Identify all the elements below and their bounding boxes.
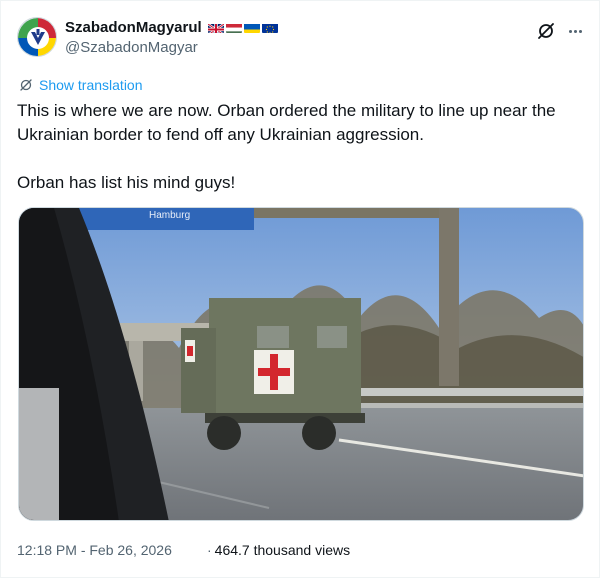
timestamp[interactable]: 12:18 PM - Feb 26, 2026: [17, 542, 172, 558]
tweet-meta: 12:18 PM - Feb 26, 2026 · 464.7 thousand …: [17, 542, 350, 558]
uk-flag-icon: [207, 22, 224, 33]
name-row: SzabadonMagyarul: [65, 19, 278, 36]
avatar[interactable]: [17, 17, 57, 57]
tweet-text: This is where we are now. Orban ordered …: [17, 99, 587, 195]
svg-text:Hamburg: Hamburg: [149, 210, 190, 221]
show-translation-link[interactable]: Show translation: [19, 77, 143, 93]
user-handle[interactable]: @SzabadonMagyar: [65, 39, 198, 56]
eu-flag-icon: [261, 22, 278, 33]
tweet-paragraph-2: Orban has list his mind guys!: [17, 173, 236, 192]
translate-icon: [20, 79, 32, 91]
more-options-icon[interactable]: [565, 21, 585, 41]
views-count: · 464.7 thousand views: [207, 542, 350, 558]
tweet-card: SzabadonMagyarul @SzabadonMagyar Show tr…: [0, 0, 600, 578]
grok-icon[interactable]: [536, 21, 556, 41]
meta-separator: ·: [207, 542, 212, 558]
hungary-flag-icon: [225, 22, 242, 33]
flag-emojis: [207, 22, 278, 33]
tweet-paragraph-1: This is where we are now. Orban ordered …: [17, 101, 556, 144]
ukraine-flag-icon: [243, 22, 260, 33]
display-name[interactable]: SzabadonMagyarul: [65, 19, 202, 36]
show-translation-label[interactable]: Show translation: [39, 77, 143, 93]
tweet-video[interactable]: Hamburg: [18, 207, 584, 521]
views-label: 464.7 thousand views: [214, 542, 351, 558]
